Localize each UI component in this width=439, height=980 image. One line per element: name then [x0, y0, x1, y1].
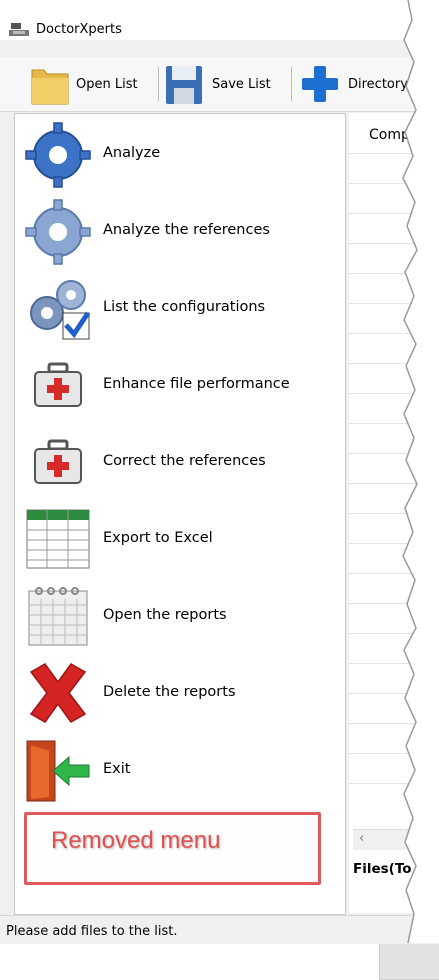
- menu-item-label: Correct the references: [103, 453, 266, 469]
- floppy-disk-icon: [166, 66, 202, 104]
- menu-item-label: List the configurations: [103, 299, 266, 315]
- menu-item-label: Open the reports: [103, 607, 227, 623]
- scroll-left-icon[interactable]: ‹: [359, 831, 364, 846]
- menu-item-exit[interactable]: Exit: [15, 733, 345, 807]
- directory-button[interactable]: Directory: [298, 57, 408, 111]
- gear-icon: [25, 199, 91, 265]
- gear-icon: [25, 122, 91, 188]
- menu-item-label: Export to Excel: [103, 530, 213, 546]
- removed-menu-label: Removed menu: [51, 827, 221, 854]
- calendar-icon: [28, 587, 88, 646]
- toolbar: Open List Save List Directory: [0, 57, 439, 112]
- red-x-icon: [29, 663, 87, 723]
- save-list-label: Save List: [212, 76, 271, 92]
- window-title: DoctorXperts: [36, 22, 122, 37]
- folder-icon: [31, 69, 69, 105]
- spreadsheet-icon: [26, 509, 90, 569]
- menu-item-analyze[interactable]: Analyze: [15, 117, 345, 191]
- toolbar-separator: [291, 67, 292, 101]
- plus-icon: [302, 66, 338, 102]
- removed-menu-annotation: Removed menu: [24, 812, 321, 885]
- menu-item-enhance-performance[interactable]: Enhance file performance: [15, 348, 345, 422]
- menu-item-label: Exit: [103, 761, 131, 777]
- torn-edge: [402, 0, 439, 943]
- title-bar: DoctorXperts: [0, 0, 439, 40]
- app-window: DoctorXperts Open List Save List Directo…: [0, 0, 439, 980]
- first-aid-kit-icon: [34, 362, 82, 407]
- menu-item-export-excel[interactable]: Export to Excel: [15, 502, 345, 576]
- side-menu: Analyze Analyze the references List the …: [14, 113, 346, 915]
- open-list-label: Open List: [76, 76, 138, 92]
- status-text: Please add files to the list.: [6, 924, 178, 939]
- open-list-button[interactable]: Open List: [30, 57, 138, 111]
- menu-item-analyze-references[interactable]: Analyze the references: [15, 194, 345, 268]
- menu-item-list-configurations[interactable]: List the configurations: [15, 271, 345, 345]
- menu-item-label: Analyze: [103, 145, 161, 161]
- menu-item-label: Enhance file performance: [103, 376, 290, 392]
- status-bar: Please add files to the list.: [0, 915, 439, 944]
- menu-item-label: Delete the reports: [103, 684, 236, 700]
- toolbar-separator: [158, 67, 159, 101]
- menu-item-open-reports[interactable]: Open the reports: [15, 579, 345, 653]
- menu-item-label: Analyze the references: [103, 222, 270, 238]
- exit-door-icon: [26, 740, 90, 802]
- first-aid-kit-icon: [34, 439, 82, 484]
- menu-item-correct-references[interactable]: Correct the references: [15, 425, 345, 499]
- save-list-button[interactable]: Save List: [164, 57, 271, 111]
- gears-check-icon: [30, 280, 91, 340]
- app-icon: [9, 23, 29, 36]
- menu-item-delete-reports[interactable]: Delete the reports: [15, 656, 345, 730]
